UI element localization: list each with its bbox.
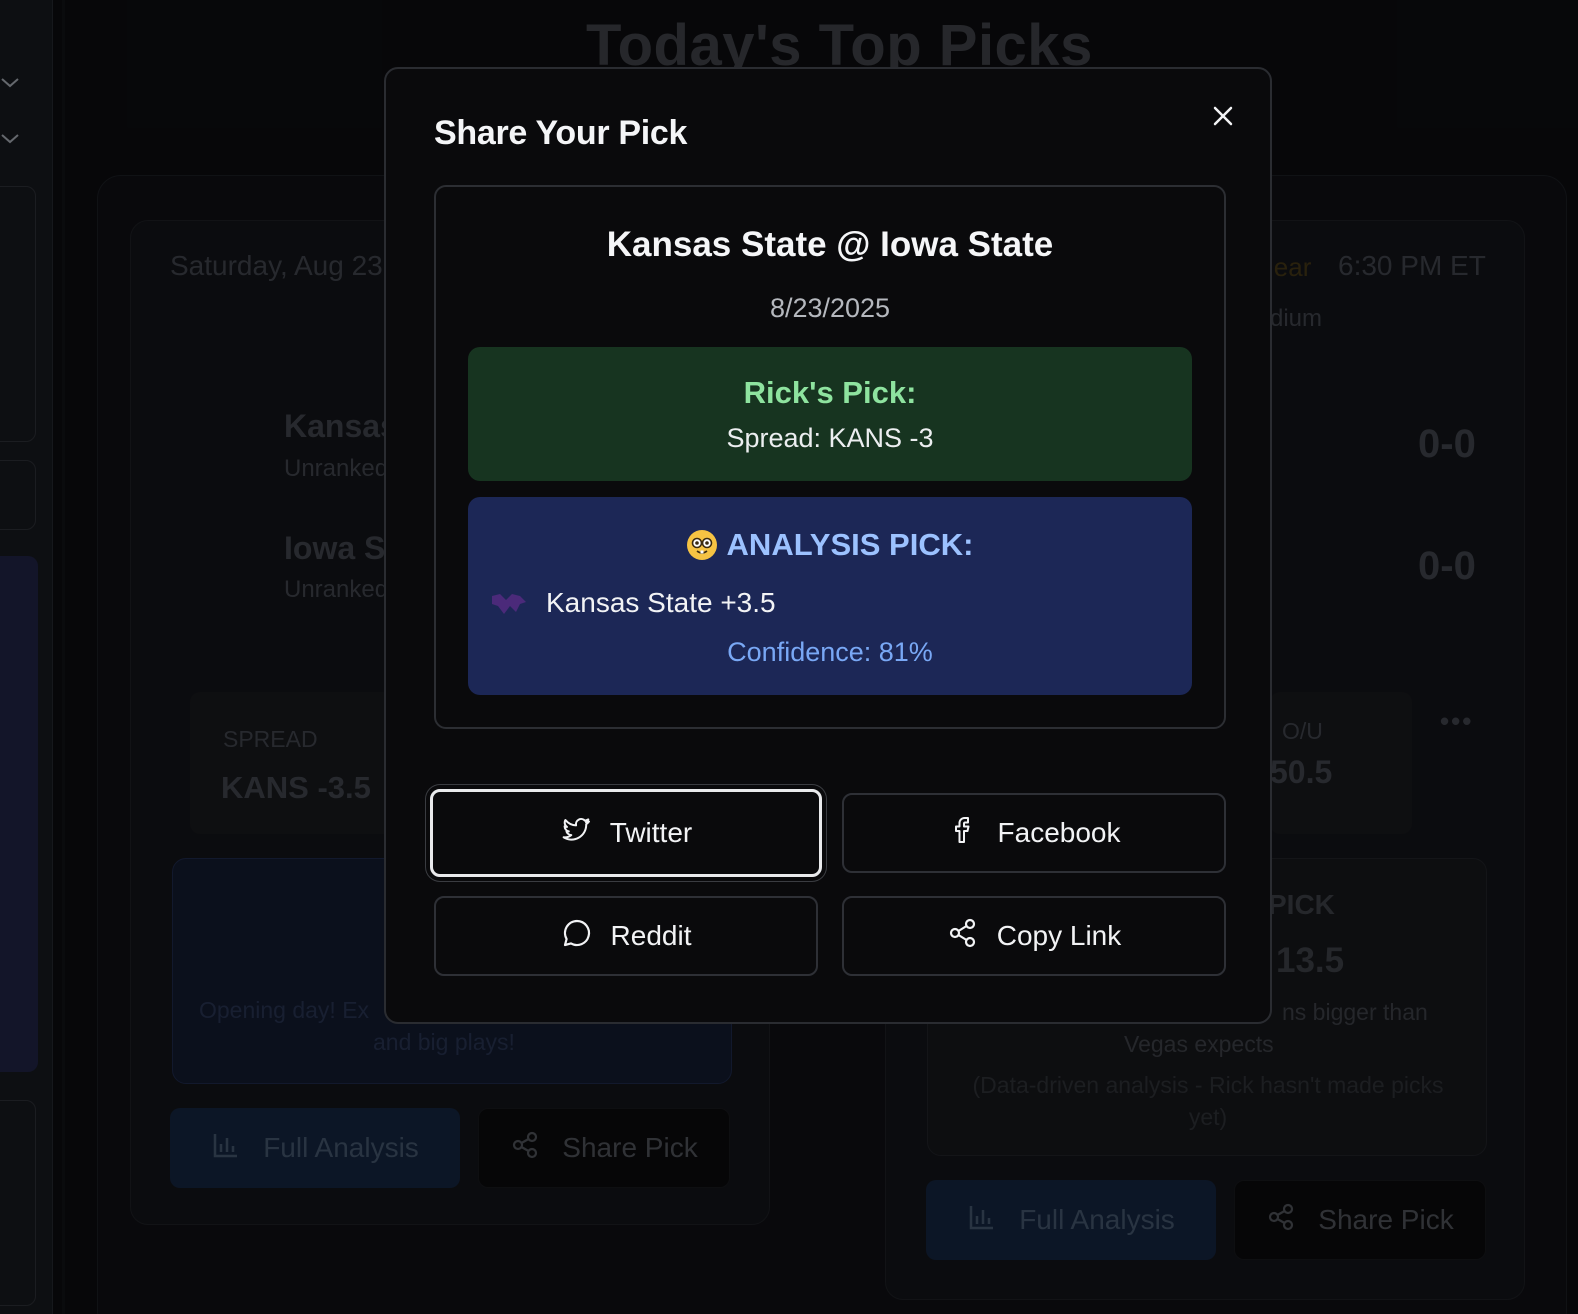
chat-bubble-icon	[561, 917, 593, 956]
copy-link-button[interactable]: Copy Link	[842, 896, 1226, 976]
analysis-pick-value: Kansas State +3.5	[546, 587, 776, 618]
copy-link-label: Copy Link	[996, 920, 1122, 951]
matchup-title: Kansas State @ Iowa State	[606, 225, 1054, 264]
nerd-face-icon	[686, 530, 717, 560]
facebook-icon	[948, 814, 980, 853]
analysis-pick-label: ANALYSIS PICK:	[726, 527, 974, 562]
twitter-label: Twitter	[609, 817, 693, 848]
share-modal: Share Your Pick Kansas State @ Iowa Stat…	[384, 67, 1272, 1024]
close-button[interactable]	[1206, 101, 1240, 135]
pick-preview-card: Kansas State @ Iowa State 8/23/2025 Rick…	[434, 185, 1226, 729]
page: Today's Top Picks Saturday, Aug 23 Kansa…	[0, 0, 1578, 1314]
game-date: 8/23/2025	[769, 293, 891, 323]
reddit-share-button[interactable]: Reddit	[434, 896, 818, 976]
ricks-pick-label: Rick's Pick:	[743, 375, 917, 410]
share-icon	[947, 917, 979, 956]
wildcat-logo-icon	[490, 591, 528, 615]
analysis-pick-box: ANALYSIS PICK: Kansas State +3.5 Confide…	[468, 497, 1192, 695]
twitter-icon	[560, 814, 592, 853]
modal-title: Share Your Pick	[434, 114, 688, 152]
twitter-share-button[interactable]: Twitter	[430, 789, 822, 877]
analysis-pick-team: Kansas State +3.5	[490, 587, 776, 619]
facebook-share-button[interactable]: Facebook	[842, 793, 1226, 873]
ricks-pick-value: Spread: KANS -3	[726, 423, 934, 453]
reddit-label: Reddit	[610, 920, 692, 951]
facebook-label: Facebook	[997, 817, 1121, 848]
close-icon	[1211, 104, 1235, 133]
ricks-pick-box: Rick's Pick: Spread: KANS -3	[468, 347, 1192, 481]
analysis-pick-header: ANALYSIS PICK:	[468, 527, 1192, 563]
confidence-text: Confidence: 81%	[727, 637, 933, 667]
